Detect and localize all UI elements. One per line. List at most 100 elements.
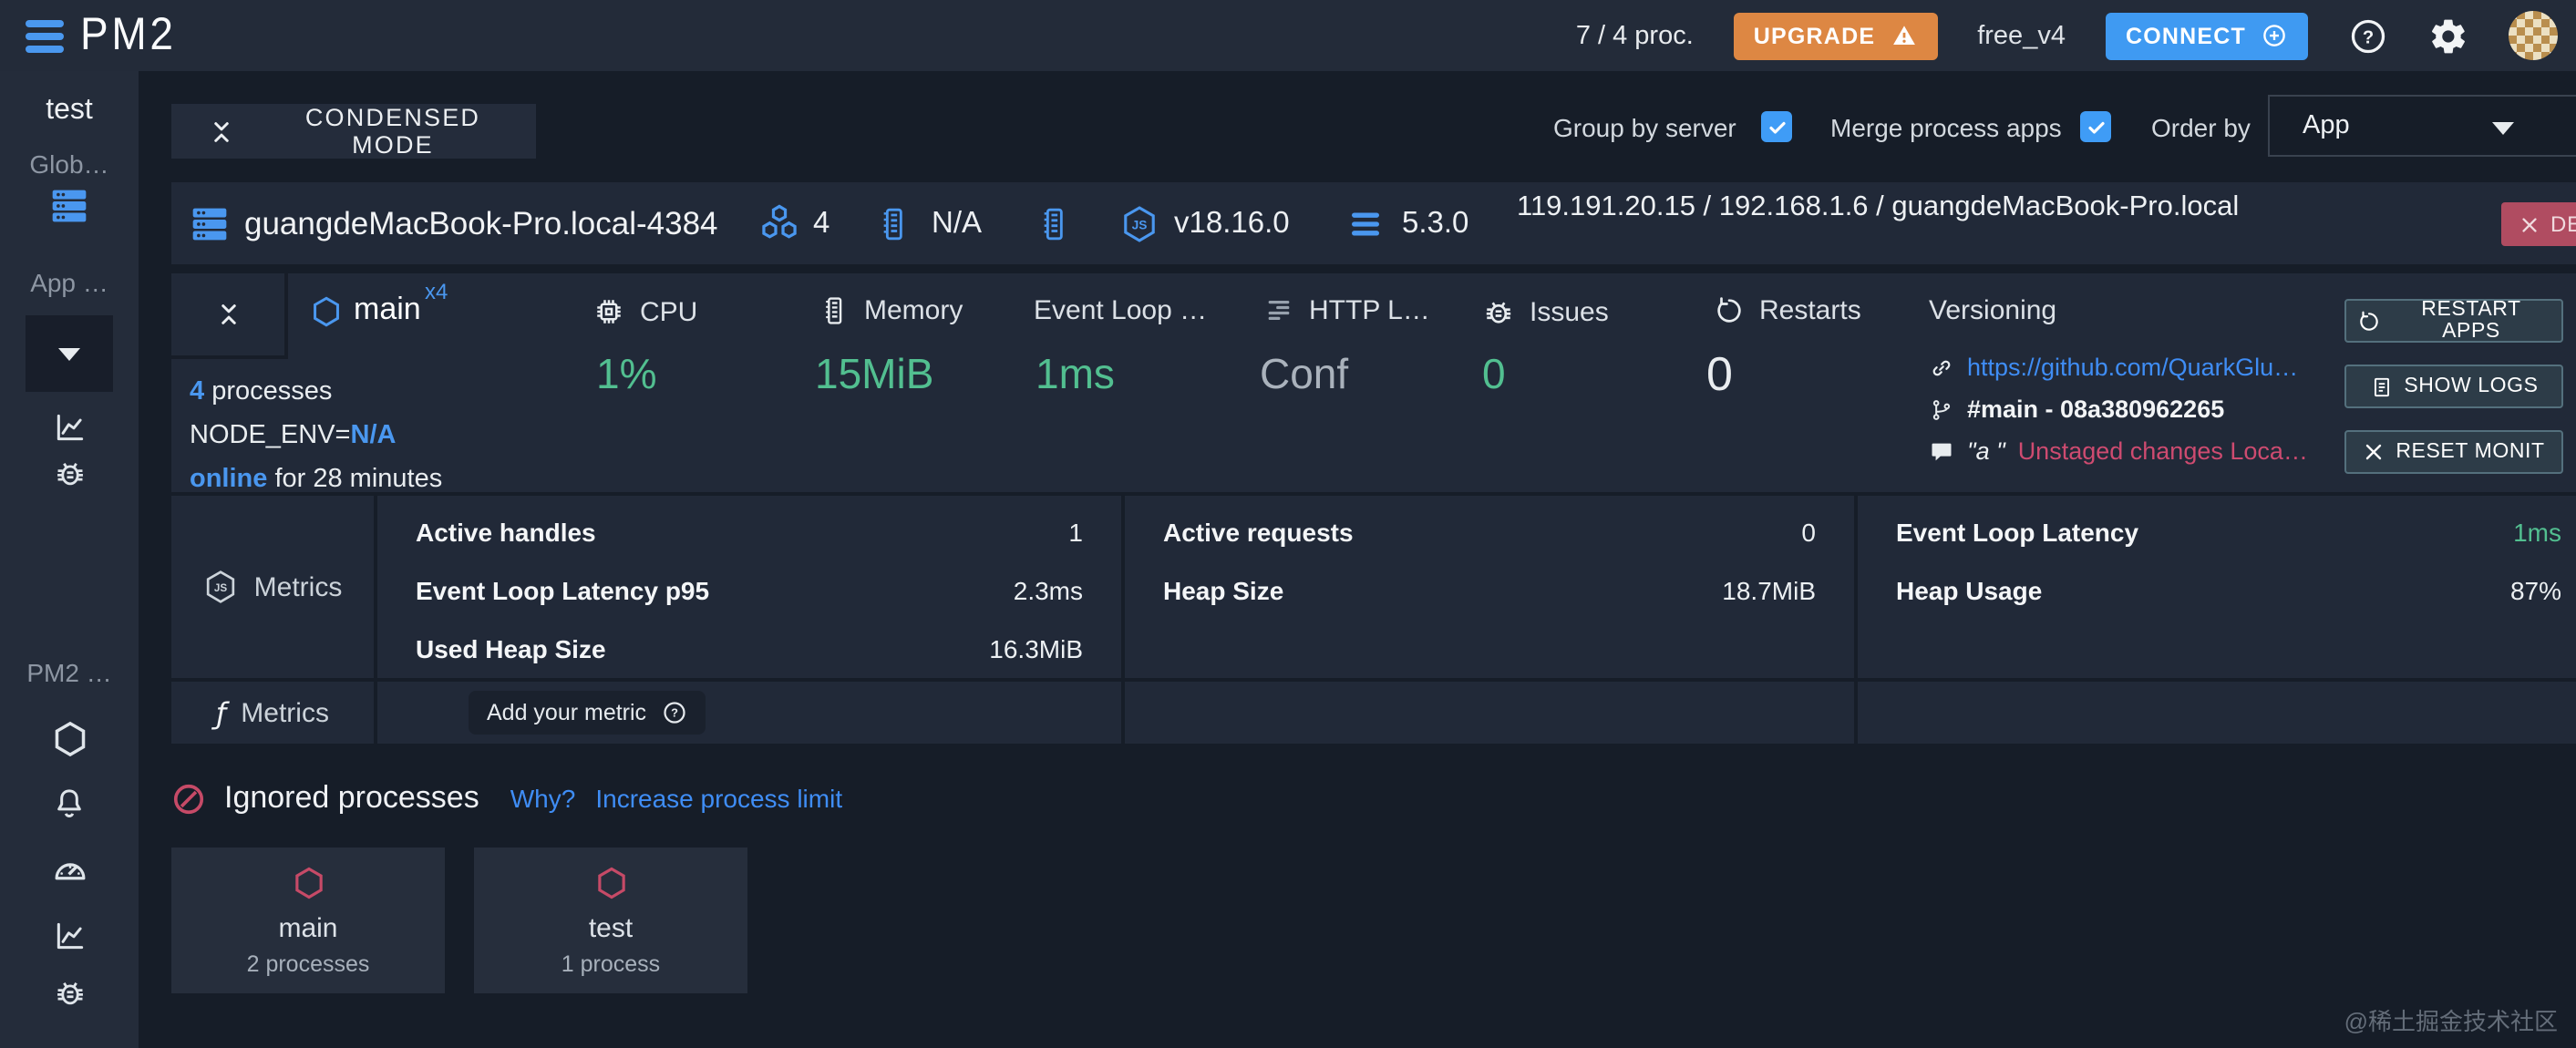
close-icon (2363, 441, 2385, 463)
sidebar-server-name: test (0, 95, 139, 128)
group-by-server-checkbox[interactable] (1761, 111, 1792, 142)
sidebar-item-servers[interactable] (0, 186, 139, 235)
pm2-logo: PM2 (80, 9, 177, 62)
order-by-value: App (2303, 111, 2350, 140)
app-node-env: NODE_ENV=N/A (190, 414, 442, 457)
check-icon (2085, 116, 2107, 138)
ram-icon (1036, 205, 1072, 241)
ignored-process-card-test[interactable]: test 1 process (474, 848, 747, 993)
order-by-label: Order by (2151, 113, 2251, 142)
commit-message-prefix: "a " (1967, 437, 2005, 465)
ignored-processes-title: Ignored processes (224, 780, 479, 817)
app-info: 4 processes NODE_ENV=N/A online for 28 m… (190, 370, 442, 501)
why-link[interactable]: Why? (510, 784, 576, 813)
metric-row: Event Loop Latency1ms (1896, 510, 2561, 552)
sidebar-item-app-metrics[interactable] (0, 410, 139, 454)
watermark: @稀土掘金技术社区 (2344, 1002, 2558, 1037)
latency-bars-icon (1263, 295, 1294, 326)
top-bar: PM2 7 / 4 proc. UPGRADE free_v4 CONNECT … (0, 0, 2576, 71)
event-loop-header: Event Loop … (1034, 295, 1207, 326)
sidebar-item-dashboard[interactable] (0, 851, 139, 899)
hexagon-icon (310, 293, 343, 330)
connect-button[interactable]: CONNECT (2106, 12, 2308, 59)
user-avatar[interactable] (2509, 11, 2558, 60)
collapse-app-button[interactable] (171, 273, 288, 359)
sidebar-item-notifications[interactable] (0, 786, 139, 831)
custom-metrics-cell (1858, 682, 2576, 744)
delete-server-button[interactable]: DELETE SERVER (2501, 202, 2576, 246)
increase-process-limit-link[interactable]: Increase process limit (595, 784, 842, 813)
http-latency-value: Conf (1260, 350, 1348, 399)
order-by-select[interactable]: App (2268, 95, 2576, 157)
show-logs-button[interactable]: SHOW LOGS (2344, 365, 2563, 408)
process-count: 7 / 4 proc. (1576, 21, 1694, 50)
no-entry-icon (171, 781, 206, 816)
condensed-mode-button[interactable]: CONDENSED MODE (171, 104, 536, 159)
server-row: guangdeMacBook-Pro.local-4384 4 N/A JS v… (171, 182, 2576, 264)
check-icon (1766, 116, 1788, 138)
comment-icon (1929, 438, 1954, 464)
versioning-header: Versioning (1929, 295, 2056, 326)
restart-icon (2357, 309, 2381, 333)
reset-monit-button[interactable]: RESET MONIT (2344, 430, 2563, 474)
bug-icon (52, 456, 87, 490)
issues-header: Issues (1482, 295, 1609, 328)
add-metric-button[interactable]: Add your metric ? (469, 691, 705, 735)
link-icon (1929, 354, 1954, 380)
sidebar-item-processes[interactable] (0, 720, 139, 767)
bug-icon (52, 975, 87, 1010)
svg-text:?: ? (2363, 26, 2374, 46)
metrics-column-2: Active requests0 Heap Size18.7MiB (1125, 496, 1858, 678)
cpu-icon (592, 295, 625, 328)
gauge-icon (50, 851, 88, 889)
versioning-branch-line: #main - 08a380962265 (1929, 396, 2224, 423)
close-icon (2519, 214, 2540, 234)
sidebar-app-section-label: App … (0, 268, 139, 297)
server-addresses: 119.191.20.15 / 192.168.1.6 / guangdeMac… (1517, 189, 2538, 224)
line-chart-icon (52, 919, 87, 953)
merge-process-apps-label: Merge process apps (1830, 113, 2062, 142)
help-icon[interactable]: ? (2348, 15, 2388, 56)
hamburger-menu-icon[interactable] (26, 19, 64, 52)
sidebar-item-pm2-metrics[interactable] (0, 919, 139, 962)
cpu-value: 1% (596, 350, 657, 399)
server-name: guangdeMacBook-Pro.local-4384 (244, 204, 718, 242)
custom-metrics-section: ƒ Metrics (171, 682, 377, 744)
sidebar-item-pm2-issues[interactable] (0, 975, 139, 1019)
app-panel: main x4 4 processes NODE_ENV=N/A online … (171, 273, 2576, 492)
ignored-process-card-main[interactable]: main 2 processes (171, 848, 445, 993)
metric-row: Used Heap Size16.3MiB (416, 627, 1083, 669)
plus-circle-icon (2261, 22, 2288, 49)
cpu-header: CPU (592, 295, 697, 328)
chevron-down-icon (2492, 122, 2514, 135)
restarts-header: Restarts (1714, 295, 1861, 326)
versioning-repo-line[interactable]: https://github.com/QuarkGlu… (1929, 354, 2298, 381)
restart-apps-button[interactable]: RESTART APPS (2344, 299, 2563, 343)
sidebar-item-app-issues[interactable] (0, 456, 139, 499)
git-branch-icon (1929, 396, 1954, 422)
ignored-app-name: test (589, 913, 633, 944)
pm2-version-icon (1347, 205, 1384, 241)
metrics-column-3: Event Loop Latency1ms Heap Usage87% (1858, 496, 2576, 678)
collapse-icon (208, 118, 235, 145)
gear-icon[interactable] (2428, 15, 2468, 56)
merge-process-apps-checkbox[interactable] (2080, 111, 2111, 142)
upgrade-button[interactable]: UPGRADE (1734, 12, 1937, 59)
sidebar: test Glob… App … PM2 … (0, 71, 139, 1048)
branch-commit: #main - 08a380962265 (1967, 396, 2224, 423)
http-latency-header: HTTP L… (1263, 295, 1430, 326)
plan-label: free_v4 (1977, 21, 2066, 50)
pm2-version: 5.3.0 (1402, 206, 1468, 241)
hexagon-cluster-icon (758, 202, 800, 244)
event-loop-value: 1ms (1036, 350, 1115, 399)
app-status: online for 28 minutes (190, 457, 442, 501)
sidebar-app-selector[interactable] (26, 315, 113, 392)
ignored-app-count: 1 process (562, 951, 660, 977)
commit-status: Unstaged changes Loca… (2018, 437, 2308, 465)
node-version: v18.16.0 (1174, 206, 1290, 241)
chevron-down-icon (58, 347, 80, 360)
function-icon: ƒ (216, 695, 226, 730)
hexagon-icon (593, 862, 628, 904)
ignored-process-cards: main 2 processes test 1 process (171, 848, 747, 993)
metrics-column-1: Active handles1 Event Loop Latency p952.… (377, 496, 1125, 678)
